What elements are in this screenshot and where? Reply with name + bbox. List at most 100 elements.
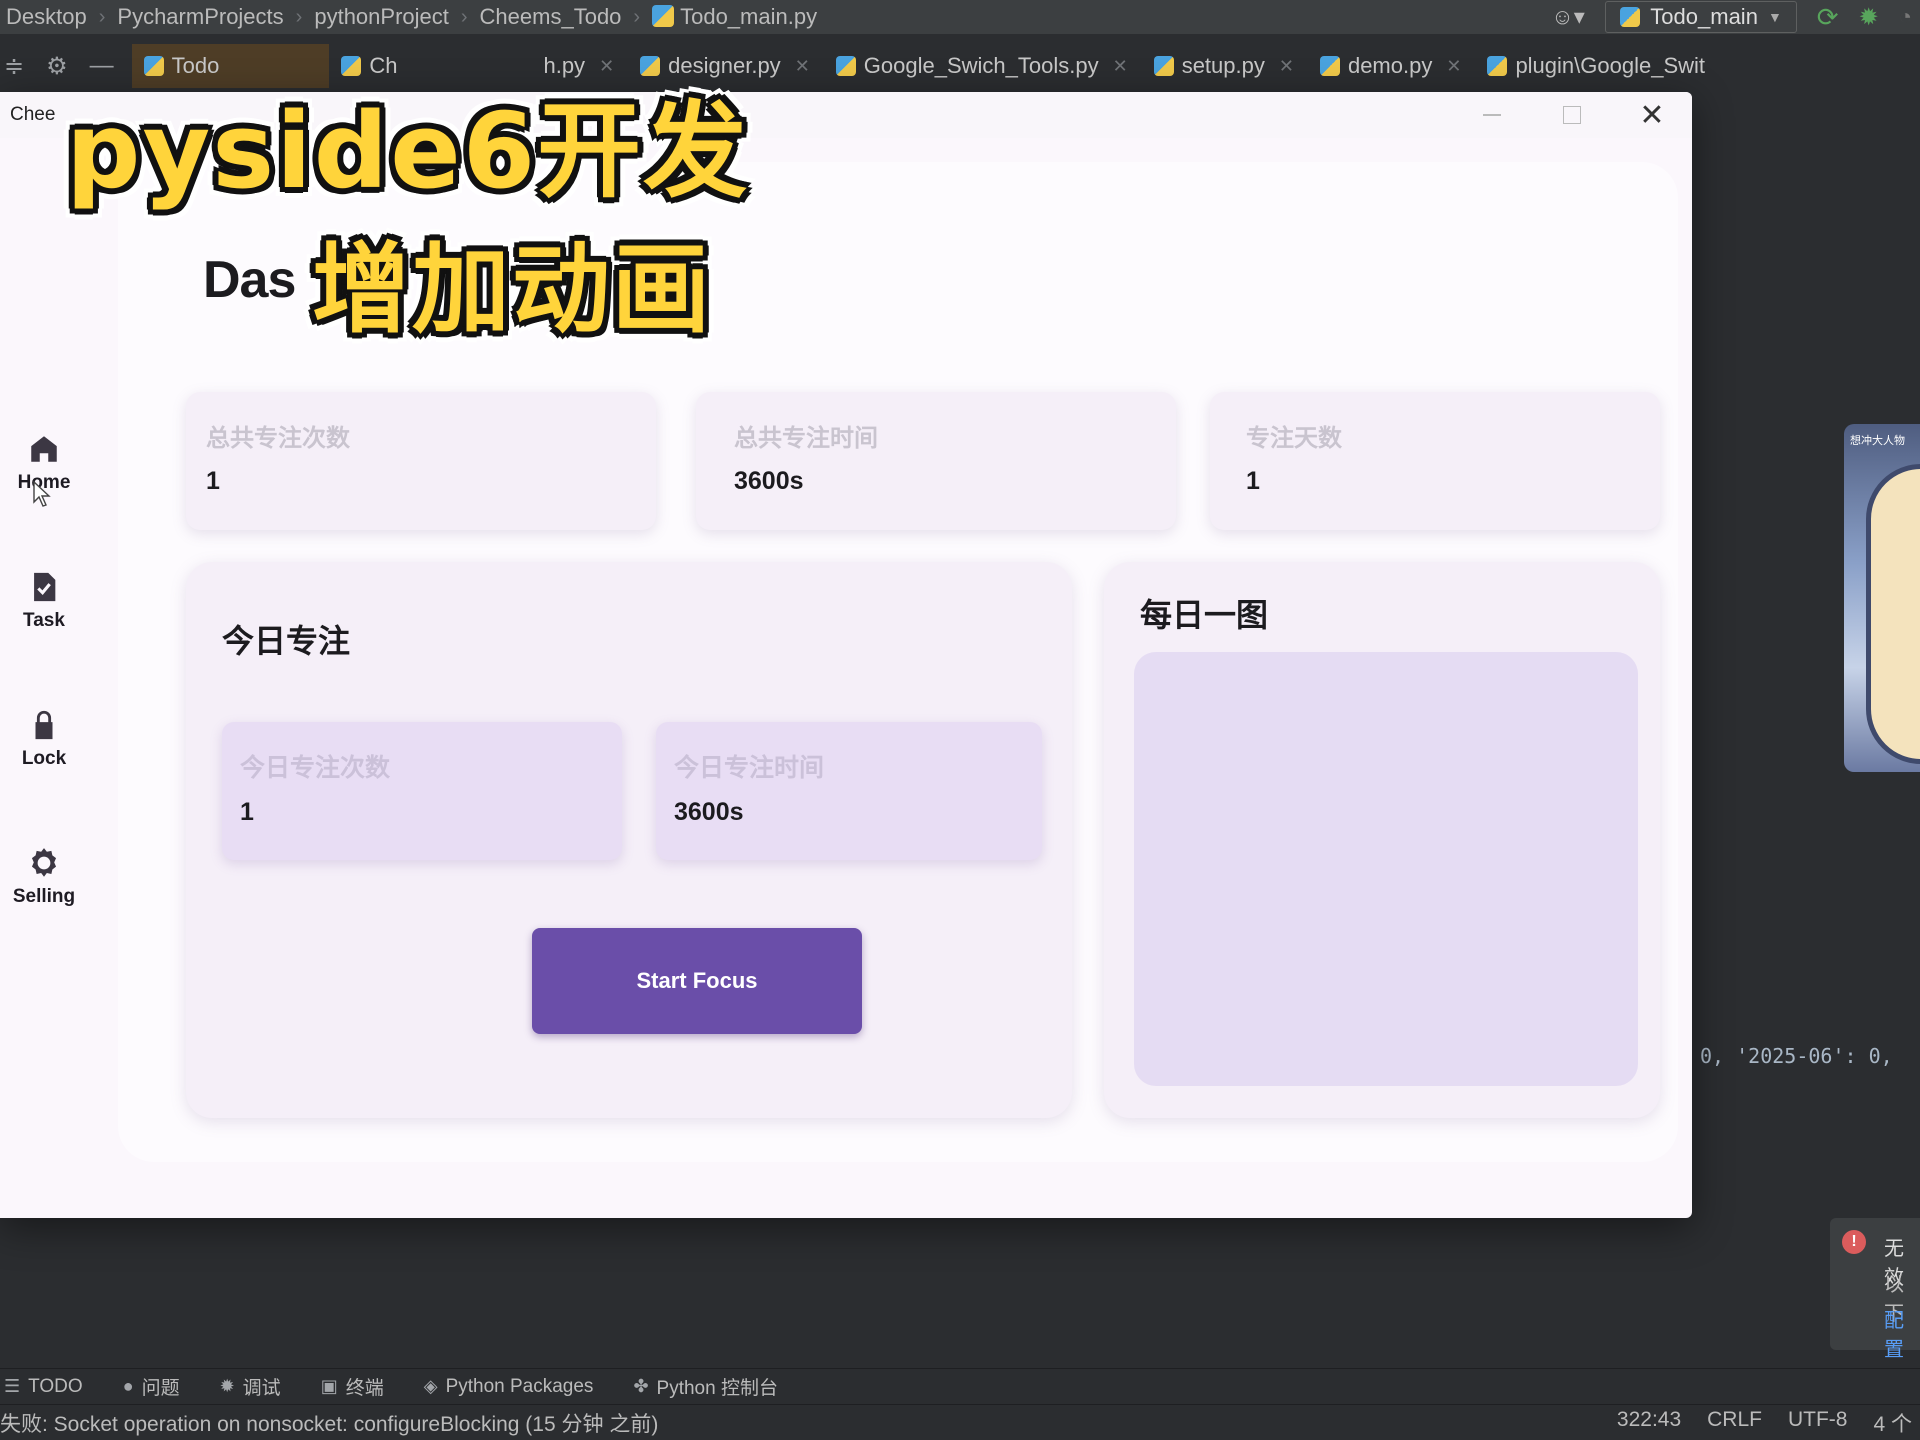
cartoon-face-image xyxy=(1866,464,1920,764)
sidebar: Home Task Lock Selling xyxy=(0,138,88,1218)
tab-label: Google_Swich_Tools.py xyxy=(863,53,1099,78)
caret-down-icon: ▼ xyxy=(1767,9,1782,25)
tool-terminal[interactable]: ▣ 终端 xyxy=(321,1373,384,1400)
gear-icon xyxy=(31,848,57,877)
breadcrumb-file[interactable]: Todo_main.py xyxy=(652,4,817,30)
file-encoding[interactable]: UTF-8 xyxy=(1788,1408,1848,1438)
line-separator[interactable]: CRLF xyxy=(1707,1408,1762,1438)
overlay-caption-subtitle: 增加动画 xyxy=(312,233,713,347)
close-tab-icon[interactable]: ✕ xyxy=(1113,56,1128,77)
window-title: Chee xyxy=(10,104,56,125)
run-config-select[interactable]: Todo_main ▼ xyxy=(1605,1,1797,33)
debug-icon[interactable]: ✹ xyxy=(1859,3,1879,32)
cursor-position[interactable]: 322:43 xyxy=(1617,1408,1681,1438)
card-title: 每日一图 xyxy=(1140,597,1269,633)
daily-image-card: 每日一图 xyxy=(1104,562,1660,1118)
chevron-right-icon: › xyxy=(633,5,641,28)
window-controls: ✕ xyxy=(1452,92,1692,138)
mouse-cursor-icon xyxy=(33,480,51,507)
stat-value: 1 xyxy=(206,467,220,495)
notification-link[interactable]: 配置 xyxy=(1884,1304,1920,1362)
tab-label: plugin\Google_Swit xyxy=(1515,53,1706,78)
stat-label: 今日专注次数 xyxy=(240,754,391,782)
python-file-icon xyxy=(652,5,675,27)
python-file-icon xyxy=(1620,7,1641,27)
breadcrumb-item[interactable]: Cheems_Todo xyxy=(480,4,622,30)
tab-setup[interactable]: setup.py ✕ xyxy=(1142,44,1308,88)
close-tab-icon[interactable]: ✕ xyxy=(795,56,810,77)
sidebar-item-lock[interactable]: Lock xyxy=(0,708,88,770)
tool-python-console[interactable]: ✤ Python 控制台 xyxy=(633,1373,778,1400)
chevron-right-icon: › xyxy=(295,5,303,28)
stat-card-total-time: 总共专注时间 3600s xyxy=(696,392,1176,530)
collapse-icon[interactable]: ≑ xyxy=(4,52,24,81)
tool-todo[interactable]: ☰ TODO xyxy=(4,1376,83,1398)
code-fragment: 0, '2025-06': 0, xyxy=(1700,1044,1893,1068)
tab-label: setup.py xyxy=(1181,53,1265,78)
stat-value: 3600s xyxy=(674,798,744,826)
video-thumbnail[interactable]: 想冲大人物 xyxy=(1844,424,1920,772)
close-icon: ✕ xyxy=(1639,98,1665,132)
stat-label: 今日专注时间 xyxy=(674,754,825,782)
gear-icon[interactable]: ⚙ xyxy=(46,52,68,81)
tool-problems[interactable]: ● 问题 xyxy=(123,1373,180,1400)
stat-value: 3600s xyxy=(734,467,804,495)
tool-label: Python 控制台 xyxy=(656,1378,778,1399)
sidebar-item-label: Selling xyxy=(12,886,76,907)
indent-info[interactable]: 4 个 xyxy=(1873,1408,1912,1438)
sidebar-item-selling[interactable]: Selling xyxy=(0,846,88,908)
tab-label: demo.py xyxy=(1347,53,1433,78)
list-icon: ☰ xyxy=(4,1376,21,1396)
tab-google-swich-tools[interactable]: Google_Swich_Tools.py ✕ xyxy=(824,44,1142,88)
close-button[interactable]: ✕ xyxy=(1612,92,1692,138)
coverage-icon[interactable]: ◔ xyxy=(1899,4,1912,30)
stat-card-focus-days: 专注天数 1 xyxy=(1210,392,1660,530)
bug-icon: ✹ xyxy=(219,1376,235,1396)
daily-image-placeholder xyxy=(1134,652,1638,1086)
tool-python-packages[interactable]: ◈ Python Packages xyxy=(424,1376,594,1398)
close-tab-icon[interactable]: ✕ xyxy=(1279,56,1294,77)
error-notification[interactable]: ! 无效 以下 配置 xyxy=(1830,1218,1920,1361)
start-focus-button[interactable]: Start Focus xyxy=(532,928,862,1034)
info-icon: ● xyxy=(122,1376,134,1396)
today-focus-card: 今日专注 今日专注次数 1 今日专注时间 3600s Start Focus xyxy=(186,562,1072,1118)
tab-demo[interactable]: demo.py ✕ xyxy=(1308,44,1475,88)
run-config-label: Todo_main xyxy=(1650,4,1758,29)
app-window: Chee ✕ Home Task Lock Selling Das 总共专注次数 xyxy=(0,92,1692,1218)
chevron-right-icon: › xyxy=(98,5,106,28)
python-icon: ✤ xyxy=(633,1376,649,1396)
status-message[interactable]: 失败: Socket operation on nonsocket: confi… xyxy=(0,1408,1617,1438)
tool-window-bar: ☰ TODO ● 问题 ✹ 调试 ▣ 终端 ◈ Python Packages ✤ Pyth… xyxy=(0,1368,1920,1404)
error-icon: ! xyxy=(1842,1230,1866,1254)
breadcrumb-item[interactable]: pythonProject xyxy=(314,4,449,30)
python-file-icon xyxy=(1487,56,1508,76)
home-icon xyxy=(31,436,57,462)
terminal-icon: ▣ xyxy=(320,1376,338,1396)
stat-label: 专注天数 xyxy=(1246,425,1342,452)
tab-plugin-google[interactable]: plugin\Google_Swit xyxy=(1475,44,1719,88)
stat-label: 总共专注时间 xyxy=(734,425,878,452)
python-file-icon xyxy=(835,56,856,76)
maximize-button[interactable] xyxy=(1532,92,1612,138)
close-tab-icon[interactable]: ✕ xyxy=(1446,56,1461,77)
tool-debug[interactable]: ✹ 调试 xyxy=(220,1373,281,1400)
user-icon[interactable]: ☺▾ xyxy=(1551,4,1585,30)
tool-label: 终端 xyxy=(345,1378,384,1399)
breadcrumb-item[interactable]: PycharmProjects xyxy=(117,4,283,30)
breadcrumb-item[interactable]: Desktop xyxy=(6,4,87,30)
stat-value: 1 xyxy=(1246,467,1260,495)
minimize-button[interactable] xyxy=(1452,92,1532,138)
chevron-right-icon: › xyxy=(460,5,468,28)
sidebar-item-label: Lock xyxy=(21,748,67,769)
breadcrumb-file-label: Todo_main.py xyxy=(680,4,818,29)
sidebar-item-label: Task xyxy=(23,610,65,631)
maximize-icon xyxy=(1563,106,1581,124)
rerun-icon[interactable]: ⟳ xyxy=(1817,2,1839,33)
tool-label: 调试 xyxy=(242,1378,281,1399)
lock-icon xyxy=(35,710,53,740)
tool-label: Python Packages xyxy=(445,1375,594,1397)
minimize-icon xyxy=(1483,114,1501,116)
sidebar-item-task[interactable]: Task xyxy=(0,570,88,632)
today-time-card: 今日专注时间 3600s xyxy=(656,722,1042,860)
run-toolbar: ☺▾ Todo_main ▼ ⟳ ✹ ◔ xyxy=(1551,0,1912,34)
